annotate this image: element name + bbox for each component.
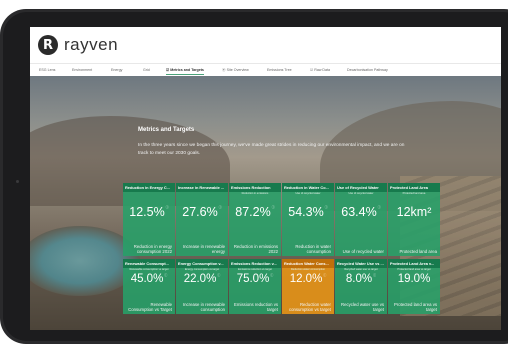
metric-description: Reduction in water consumption [295,244,331,254]
app-header: R rayven [30,27,501,63]
metric-value: 27.6% [182,205,218,219]
metric-tile-subtitle: Protected land area [402,192,426,195]
info-icon[interactable]: ⓘ [270,273,273,277]
tab-grid[interactable]: Grid [143,64,150,76]
metric-tile-title: Emissions Reduction [229,183,281,192]
info-icon[interactable]: ⓘ [166,205,169,209]
metric-tile-subtitle: Use of recycled water [348,192,374,195]
intro-text: In the three years since we began this j… [138,143,405,156]
tab-energy[interactable]: Energy [111,64,122,76]
metric-value: 87.2% [235,205,271,219]
info-icon[interactable]: ⓘ [373,273,376,277]
tab-emissions-tree[interactable]: Emissions Tree [267,64,292,76]
camera-dot [16,180,19,183]
metric-tile-subtitle: Protected land area vs target [397,268,431,271]
metric-tile-title: Emissions Reduction v... [229,259,281,268]
metric-description: Emissions reduction vs target [234,302,278,312]
metric-tile-subtitle: Reduction in emissions [241,192,269,195]
metric-tile-title: Protected Land Area [388,183,440,192]
tab-bar: ESG Lens Environment Energy Grid ☑ Metri… [30,63,501,77]
metric-tile[interactable]: Use of Recycled Water Use of recycled wat… [335,183,387,256]
metric-tile-title: Protected Land Area v... [388,259,440,268]
metric-tile[interactable]: Protected Land Area v... Protected land a… [388,259,440,314]
metric-tile-subtitle: Emissions reduction vs target [238,268,272,271]
info-icon[interactable]: ⓘ [323,273,326,277]
metric-value: 22.0% [183,273,217,285]
metric-tile-title: Reduction in Water Co... [282,183,334,192]
metric-tile-title: Use of Recycled Water [335,183,387,192]
metric-description: Reduction in emissions 2022 [233,244,278,254]
metric-tile-subtitle: Recycled water use vs target [344,268,378,271]
tab-decarbonisation-pathway[interactable]: Decarbonisation Pathway [347,64,388,76]
metric-tile[interactable]: Reduction Water Cons... Reduction water c… [282,259,334,314]
metric-tile-subtitle: Use of recycled water [295,192,321,195]
metric-tile-subtitle: Reduction water consumption [290,268,326,271]
metric-value: 45.0% [130,273,164,285]
metric-description: Increase in renewable energy [182,244,225,254]
metric-tile[interactable]: Reduction in Energy C... 12.5%ⓘ Reduction … [123,183,175,256]
metric-description: Reduction in energy consumption 2022 [133,244,172,254]
tab-environment[interactable]: Environment [72,64,92,76]
metric-tile[interactable]: Renewable Consumpt... Renewable consumpti… [123,259,175,314]
tab-esg-lens[interactable]: ESG Lens [39,64,55,76]
hero-section: Metrics and Targets In the three years s… [30,76,501,330]
brand-name: rayven [64,35,119,54]
metric-description: Protected land area [399,249,437,254]
metric-tile[interactable]: Emissions Reduction Reduction in emission… [229,183,281,256]
page-title: Metrics and Targets [138,127,195,133]
metric-tile-title: Renewable Consumpt... [123,259,175,268]
metric-value: 63.4% [341,205,377,219]
metric-value: 54.3% [288,205,324,219]
metric-tile[interactable]: Protected Land Area Protected land area 12… [388,183,440,256]
metric-tile[interactable]: Emissions Reduction v... Emissions reduct… [229,259,281,314]
metric-value: 8.0% [345,273,373,285]
metric-description: Increase in renewable consumption [182,302,225,312]
info-icon[interactable]: ⓘ [378,205,381,209]
metric-value: 75.0% [236,273,270,285]
tab-site-overview[interactable]: ⦿ Site Overview [222,64,249,76]
metric-value: 12km² [396,205,432,219]
metric-tile-title: Increase in Renewable ... [176,183,228,192]
metric-tile[interactable]: Energy Consumption v... Energy consumptio… [176,259,228,314]
tab-raw-data[interactable]: ☑ Raw Data [310,64,330,76]
metric-description: Reduction water consumption vs target [288,302,331,312]
info-icon[interactable]: ⓘ [325,205,328,209]
metric-description: Renewable Consumption vs Target [128,302,172,312]
metric-tile[interactable]: Increase in Renewable ... 27.6%ⓘ Increase … [176,183,228,256]
metric-tile-subtitle: Energy consumption vs target [184,268,220,271]
info-icon[interactable]: ⓘ [217,273,220,277]
metric-tile-subtitle: Renewable consumption vs target [129,268,169,271]
metric-tile-subtitle [123,192,175,196]
metric-tile[interactable]: Reduction in Water Co... Use of recycled … [282,183,334,256]
tab-metrics-and-targets[interactable]: ☑ Metrics and Targets [166,64,204,76]
metric-tile-title: Reduction Water Cons... [282,259,334,268]
metric-value: 12.5% [129,205,165,219]
metric-description: Use of recycled water [342,249,384,254]
metric-value: 12.0% [289,273,323,285]
metric-tile-title: Recycled Water Use vs ... [335,259,387,268]
logo-icon: R [38,35,58,55]
brand-logo[interactable]: R rayven [38,35,118,55]
info-icon[interactable]: ⓘ [164,273,167,277]
info-icon[interactable]: ⓘ [272,205,275,209]
metric-tile-title: Reduction in Energy C... [123,183,175,192]
app-screen: R rayven ESG Lens Environment Energy Gri… [30,27,501,330]
metric-description: Protected land area vs target [394,302,437,312]
metric-description: Recycled water use vs target [341,302,384,312]
metric-tile[interactable]: Recycled Water Use vs ... Recycled water … [335,259,387,314]
metric-tile-title: Energy Consumption v... [176,259,228,268]
metric-tile-subtitle [176,192,228,196]
info-icon[interactable]: ⓘ [219,205,222,209]
metric-value: 19.0% [397,273,431,285]
